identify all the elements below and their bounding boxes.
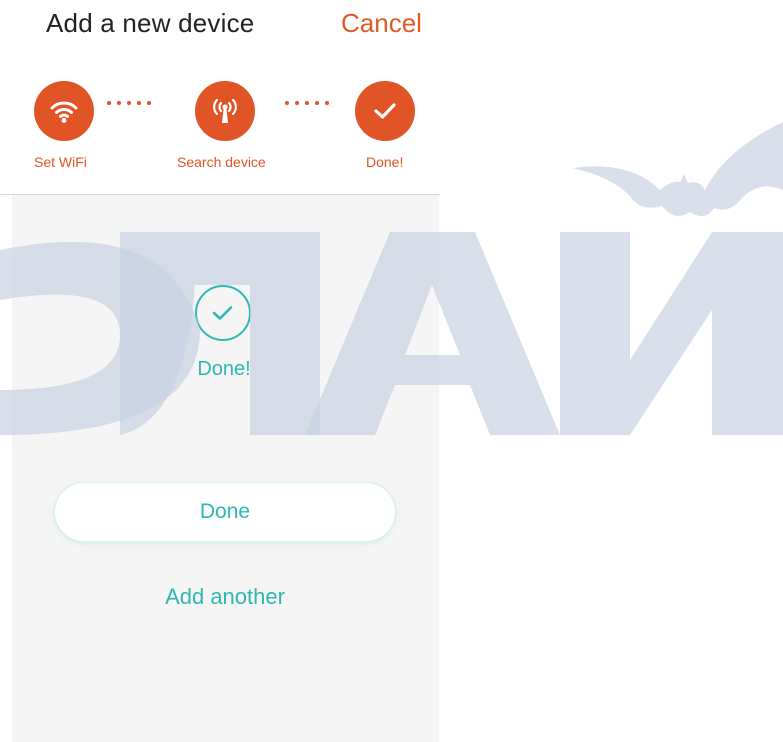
step-label-done: Done! bbox=[366, 154, 404, 170]
result-panel bbox=[12, 195, 439, 742]
step-label-set-wifi: Set WiFi bbox=[34, 154, 87, 170]
step-connector-1 bbox=[107, 101, 151, 107]
add-device-screen: Add a new device Cancel Set WiFi Search … bbox=[0, 0, 783, 742]
done-button[interactable]: Done bbox=[55, 483, 395, 541]
cancel-button[interactable]: Cancel bbox=[341, 8, 422, 39]
antenna-icon bbox=[213, 98, 237, 123]
step-label-search-device: Search device bbox=[177, 154, 266, 170]
page-title: Add a new device bbox=[46, 8, 255, 38]
checkmark-icon bbox=[374, 103, 396, 119]
step-set-wifi bbox=[34, 81, 94, 141]
step-connector-2 bbox=[285, 101, 329, 107]
wifi-icon bbox=[50, 101, 78, 123]
add-another-link[interactable]: Add another bbox=[55, 584, 395, 610]
step-search-device bbox=[195, 81, 255, 141]
step-done bbox=[355, 81, 415, 141]
check-circle-icon bbox=[195, 285, 251, 341]
status-text: Done! bbox=[197, 358, 251, 380]
